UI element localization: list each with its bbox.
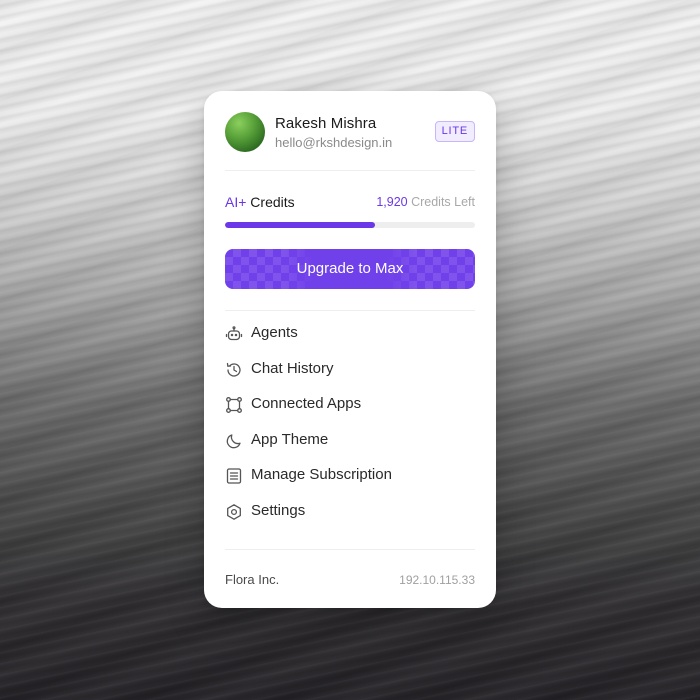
credits-prefix: AI+ (225, 194, 247, 210)
menu-item-manage-subscription[interactable]: Manage Subscription (225, 465, 475, 501)
menu-item-chat-history[interactable]: Chat History (225, 359, 475, 395)
menu-item-label: Connected Apps (251, 395, 362, 412)
divider (225, 549, 475, 550)
menu-item-label: Manage Subscription (251, 466, 392, 483)
ip-address: 192.10.115.33 (399, 573, 475, 587)
credits-count: 1,920 (376, 195, 408, 209)
history-icon (225, 361, 243, 379)
divider (225, 170, 475, 171)
menu-item-label: Chat History (251, 359, 334, 377)
user-name: Rakesh Mishra (275, 115, 377, 132)
avatar[interactable] (225, 112, 265, 152)
robot-icon (225, 325, 243, 343)
upgrade-button-label: Upgrade to Max (296, 260, 404, 277)
credits-remaining: 1,920 Credits Left (376, 195, 475, 209)
nodes-icon (225, 396, 243, 414)
organization-name: Flora Inc. (225, 572, 280, 587)
divider (225, 310, 475, 311)
menu-item-app-theme[interactable]: App Theme (225, 430, 475, 466)
menu-item-label: App Theme (251, 430, 329, 448)
credits-title: Credits (250, 194, 295, 210)
account-menu: Agents Chat History Connected Apps App T… (225, 323, 475, 536)
profile-header: Rakesh Mishra hello@rkshdesign.in LITE (225, 112, 475, 152)
user-email: hello@rkshdesign.in (275, 135, 393, 150)
credits-suffix: Credits Left (411, 195, 475, 209)
menu-item-label: Settings (251, 501, 306, 519)
menu-item-agents[interactable]: Agents (225, 323, 475, 359)
menu-item-connected-apps[interactable]: Connected Apps (225, 394, 475, 430)
hexagon-gear-icon (225, 503, 243, 521)
upgrade-button[interactable]: Upgrade to Max (225, 249, 475, 289)
plan-badge: LITE (434, 121, 475, 142)
document-icon (225, 467, 243, 485)
credits-progress-bar (225, 222, 475, 228)
credits-label: AI+ Credits (225, 194, 295, 210)
menu-item-label: Agents (251, 324, 298, 341)
menu-item-settings[interactable]: Settings (225, 501, 475, 537)
moon-icon (225, 432, 243, 450)
account-menu-card: Rakesh Mishra hello@rkshdesign.in LITE A… (204, 91, 496, 608)
credits-progress-fill (225, 222, 375, 228)
